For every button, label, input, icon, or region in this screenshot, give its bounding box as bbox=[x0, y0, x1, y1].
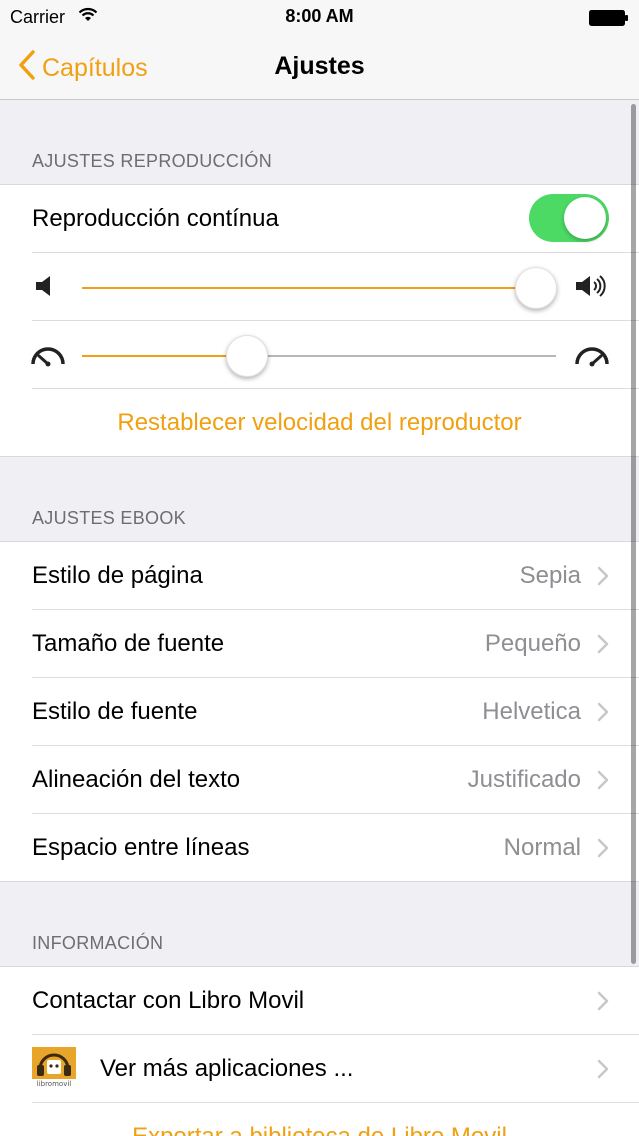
line-spacing-row[interactable]: Espacio entre líneas Normal bbox=[0, 814, 639, 882]
reset-speed-row[interactable]: Restablecer velocidad del reproductor bbox=[0, 389, 639, 457]
row-value: Helvetica bbox=[482, 698, 581, 725]
app-icon-wordmark: libromovil bbox=[36, 1080, 72, 1088]
chevron-right-icon bbox=[597, 770, 609, 795]
contact-label: Contactar con Libro Movil bbox=[32, 987, 305, 1014]
row-label: Tamaño de fuente bbox=[32, 630, 225, 657]
chevron-right-icon bbox=[597, 838, 609, 863]
speedometer-slow-icon bbox=[30, 345, 66, 372]
page-style-row[interactable]: Estilo de página Sepia bbox=[0, 542, 639, 610]
volume-track-filled bbox=[82, 287, 536, 289]
speaker-high-icon bbox=[574, 273, 608, 304]
ebook-settings-group: Estilo de página Sepia Tamaño de fuente … bbox=[0, 541, 639, 882]
scroll-indicator[interactable] bbox=[631, 104, 636, 964]
speed-slider-thumb[interactable] bbox=[226, 335, 268, 377]
export-button[interactable]: Exportar a biblioteca de Libro Movil bbox=[0, 1123, 639, 1136]
font-size-row[interactable]: Tamaño de fuente Pequeño bbox=[0, 610, 639, 678]
chevron-right-icon bbox=[597, 566, 609, 591]
row-value: Justificado bbox=[467, 766, 581, 793]
row-label: Espacio entre líneas bbox=[32, 834, 250, 861]
playback-settings-group: Reproducción contínua Restablecer veloci… bbox=[0, 184, 639, 457]
navigation-bar: Capítulos Ajustes bbox=[0, 40, 639, 100]
contact-row[interactable]: Contactar con Libro Movil bbox=[0, 967, 639, 1035]
status-time: 8:00 AM bbox=[285, 6, 354, 26]
more-apps-label: Ver más aplicaciones ... bbox=[100, 1055, 354, 1082]
chevron-right-icon bbox=[597, 634, 609, 659]
speed-row bbox=[0, 321, 639, 389]
volume-slider-thumb[interactable] bbox=[515, 267, 557, 309]
status-bar: Carrier 8:00 AM bbox=[0, 0, 639, 40]
battery-icon bbox=[589, 10, 629, 26]
chevron-right-icon bbox=[597, 1059, 609, 1084]
row-value: Normal bbox=[503, 834, 581, 861]
volume-row bbox=[0, 253, 639, 321]
speedometer-fast-icon bbox=[574, 345, 610, 372]
libro-movil-app-icon: libromovil bbox=[32, 1047, 76, 1091]
font-style-row[interactable]: Estilo de fuente Helvetica bbox=[0, 678, 639, 746]
row-label: Alineación del texto bbox=[32, 766, 241, 793]
row-value: Pequeño bbox=[484, 630, 581, 657]
page-title: Ajustes bbox=[274, 52, 365, 80]
toggle-knob bbox=[564, 197, 606, 239]
speed-track-filled bbox=[82, 355, 248, 357]
continuous-playback-label: Reproducción contínua bbox=[32, 205, 279, 232]
row-label: Estilo de página bbox=[32, 562, 203, 589]
reset-speed-button[interactable]: Restablecer velocidad del reproductor bbox=[0, 409, 639, 437]
continuous-playback-toggle[interactable] bbox=[529, 194, 609, 242]
chevron-right-icon bbox=[597, 991, 609, 1016]
export-row[interactable]: Exportar a biblioteca de Libro Movil bbox=[0, 1103, 639, 1136]
chevron-right-icon bbox=[597, 702, 609, 727]
text-alignment-row[interactable]: Alineación del texto Justificado bbox=[0, 746, 639, 814]
section-header-info: INFORMACIÓN bbox=[32, 933, 164, 953]
speed-track-empty bbox=[248, 355, 556, 357]
info-group: Contactar con Libro Movil libromovil Ver… bbox=[0, 966, 639, 1136]
section-header-ebook: AJUSTES EBOOK bbox=[32, 508, 186, 528]
speaker-low-icon bbox=[34, 273, 60, 304]
section-header-playback: AJUSTES REPRODUCCIÓN bbox=[32, 151, 273, 171]
row-label: Estilo de fuente bbox=[32, 698, 198, 725]
row-value: Sepia bbox=[519, 562, 581, 589]
continuous-playback-row: Reproducción contínua bbox=[0, 185, 639, 253]
more-apps-row[interactable]: libromovil Ver más aplicaciones ... bbox=[0, 1035, 639, 1103]
